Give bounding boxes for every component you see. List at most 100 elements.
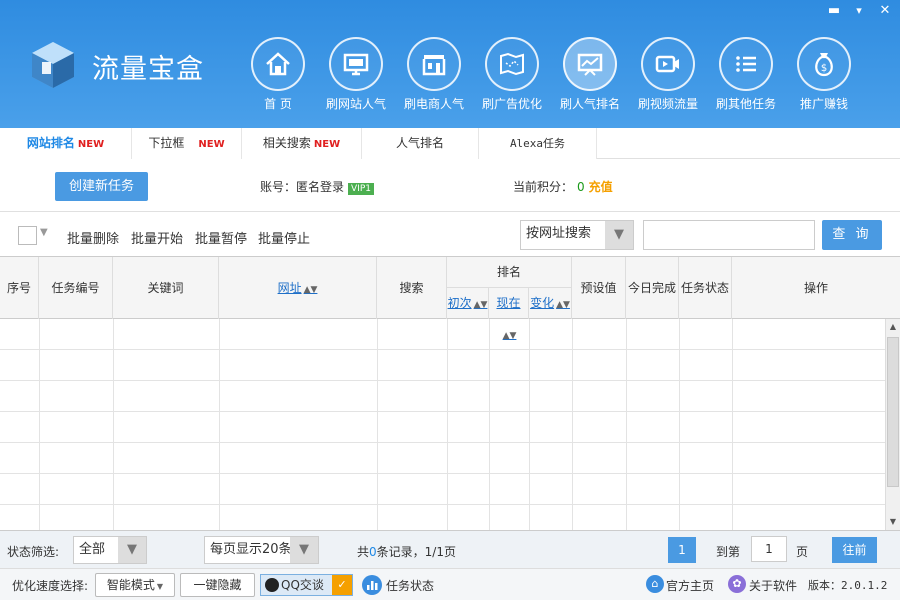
nav-label: 推广赚钱 — [799, 97, 848, 111]
go-button[interactable]: 往前 — [832, 537, 877, 563]
scroll-up-icon[interactable]: ▲ — [886, 322, 900, 331]
nav-ad-optimization[interactable]: 刷广告优化 — [476, 37, 548, 112]
check-shield-icon: ✓ — [332, 575, 352, 595]
tab-related-search[interactable]: 相关搜索 NEW — [242, 128, 362, 159]
tab-popularity-rank[interactable]: 人气排名 — [362, 128, 479, 159]
tab-label: 网站排名 — [26, 136, 75, 150]
col-keyword: 关键词 — [113, 257, 219, 319]
close-button[interactable]: ✕ — [877, 4, 893, 18]
col-task-id: 任务编号 — [39, 257, 113, 319]
col-search: 搜索 — [377, 257, 447, 319]
scroll-down-icon[interactable]: ▼ — [886, 517, 900, 526]
search-mode-select[interactable]: 按网址搜索 ▼ — [520, 220, 634, 250]
nav-video-traffic[interactable]: 刷视频流量 — [632, 37, 704, 112]
new-badge: NEW — [198, 139, 225, 150]
select-all-checkbox[interactable] — [18, 226, 37, 245]
account-info: 账号：匿名登录 VIP1 — [260, 178, 374, 195]
official-site-link[interactable]: 官方主页 — [666, 577, 714, 594]
chevron-down-icon: ▼ — [290, 537, 318, 563]
table-header: 序号 任务编号 关键词 网址 ▲▼ 搜索 排名 初次 ▲▼ 现在▲▼ 变化 ▲▼ 预设… — [0, 257, 900, 341]
pagination-bar: 状态筛选: 全部 ▼ 每页显示20条 ▼ 共0条记录，1/1页 1 到第 1 页… — [0, 530, 900, 568]
nav-promote-earn[interactable]: $ 推广赚钱 — [788, 37, 860, 112]
table-row — [0, 350, 885, 381]
bulk-pause-button[interactable]: 批量暂停 — [195, 228, 247, 247]
tab-label: Alexa任务 — [509, 137, 566, 150]
nav-home[interactable]: 首 页 — [242, 37, 314, 112]
chevron-down-icon: ▼ — [156, 582, 164, 591]
status-bar: 优化速度选择: 智能模式 ▼ 一键隐藏 QQ交谈 ✓ 任务状态 ⌂ 官方主页 ✿ … — [0, 568, 900, 600]
column-divider — [489, 319, 490, 531]
tab-website-rank[interactable]: 网站排名 NEW — [0, 128, 132, 159]
chevron-down-icon: ▼ — [118, 537, 146, 563]
page-size-select[interactable]: 每页显示20条 ▼ — [204, 536, 319, 564]
status-filter-label: 状态筛选: — [7, 545, 60, 559]
records-suffix: 条记录，1/1页 — [376, 545, 456, 559]
money-bag-icon: $ — [815, 53, 833, 77]
search-input[interactable] — [643, 220, 815, 250]
column-divider — [626, 319, 627, 531]
nav-popularity-rank[interactable]: 刷人气排名 — [554, 37, 626, 112]
recharge-link[interactable]: 充值 — [589, 180, 613, 194]
task-status-link[interactable]: 任务状态 — [386, 577, 434, 594]
tab-label: 下拉框 — [148, 136, 185, 150]
monitor-icon — [343, 53, 369, 76]
col-rank-change-label: 变化 — [530, 296, 555, 310]
query-button[interactable]: 查 询 — [822, 220, 882, 250]
qq-label: QQ交谈 — [281, 578, 324, 592]
table-scrollbar[interactable]: ▲ ▼ — [885, 319, 900, 531]
goto-page-input[interactable]: 1 — [751, 536, 787, 562]
qq-chat-button[interactable]: QQ交谈 ✓ — [260, 574, 353, 596]
page-size-value: 每页显示20条 — [210, 542, 292, 557]
col-rank-now[interactable]: 现在▲▼ — [489, 288, 529, 341]
chart-board-icon — [577, 53, 603, 76]
minimize-button[interactable]: ▬ — [826, 4, 842, 18]
goto-label: 到第 — [716, 545, 741, 559]
scrollbar-thumb[interactable] — [887, 337, 899, 487]
about-icon: ✿ — [728, 575, 746, 593]
nav-ecommerce-traffic[interactable]: 刷电商人气 — [398, 37, 470, 112]
column-divider — [219, 319, 220, 531]
nav-label: 刷网站人气 — [325, 97, 386, 111]
table-row — [0, 412, 885, 443]
col-url[interactable]: 网址 ▲▼ — [219, 257, 377, 319]
about-link[interactable]: 关于软件 — [749, 577, 797, 594]
nav-website-traffic[interactable]: 刷网站人气 — [320, 37, 392, 112]
qq-penguin-icon — [265, 578, 279, 592]
speed-mode-select[interactable]: 智能模式 ▼ — [95, 573, 175, 597]
nav-other-tasks[interactable]: 刷其他任务 — [710, 37, 782, 112]
map-icon — [500, 52, 524, 76]
points-value: 0 — [577, 180, 585, 194]
vip-badge: VIP1 — [348, 183, 374, 195]
nav-label: 刷其他任务 — [715, 97, 776, 111]
page-number-button[interactable]: 1 — [668, 537, 696, 563]
task-tabs: 网站排名 NEW 下拉框 NEW 相关搜索 NEW 人气排名 Alexa任务 — [0, 128, 900, 159]
bulk-stop-button[interactable]: 批量停止 — [258, 228, 310, 247]
col-status: 任务状态 — [679, 257, 732, 319]
status-filter-select[interactable]: 全部 ▼ — [73, 536, 147, 564]
search-mode-value: 按网址搜索 — [526, 226, 592, 241]
hide-all-button[interactable]: 一键隐藏 — [180, 573, 255, 597]
bulk-delete-button[interactable]: 批量删除 — [67, 228, 119, 247]
new-badge: NEW — [313, 139, 341, 150]
chevron-down-icon[interactable]: ▼ — [40, 227, 48, 238]
col-rank-change[interactable]: 变化 ▲▼ — [529, 288, 572, 319]
tab-alexa[interactable]: Alexa任务 — [479, 128, 597, 159]
col-rank-initial[interactable]: 初次 ▲▼ — [447, 288, 489, 319]
records-prefix: 共 — [357, 545, 370, 559]
table-row — [0, 381, 885, 412]
video-icon — [655, 55, 679, 73]
col-today-done: 今日完成 — [626, 257, 679, 319]
page-unit-label: 页 — [796, 545, 809, 559]
column-divider — [39, 319, 40, 531]
col-rank-initial-label: 初次 — [447, 296, 472, 310]
bulk-start-button[interactable]: 批量开始 — [131, 228, 183, 247]
create-task-button[interactable]: 创建新任务 — [55, 172, 148, 201]
points-info: 当前积分： 0 充值 — [513, 178, 613, 195]
app-header: ▬ ▾ ✕ 流量宝盒 首 页 刷网站人气 刷电商人气 刷广告优化 刷人气排名 刷… — [0, 0, 900, 128]
tab-label: 相关搜索 — [262, 136, 311, 150]
nav-label: 刷人气排名 — [559, 97, 620, 111]
tab-dropdown[interactable]: 下拉框 NEW — [132, 128, 242, 159]
menu-chevron-icon[interactable]: ▾ — [851, 4, 867, 18]
home-icon: ⌂ — [646, 575, 664, 593]
version-label: 版本：2.0.1.2 — [808, 579, 888, 592]
